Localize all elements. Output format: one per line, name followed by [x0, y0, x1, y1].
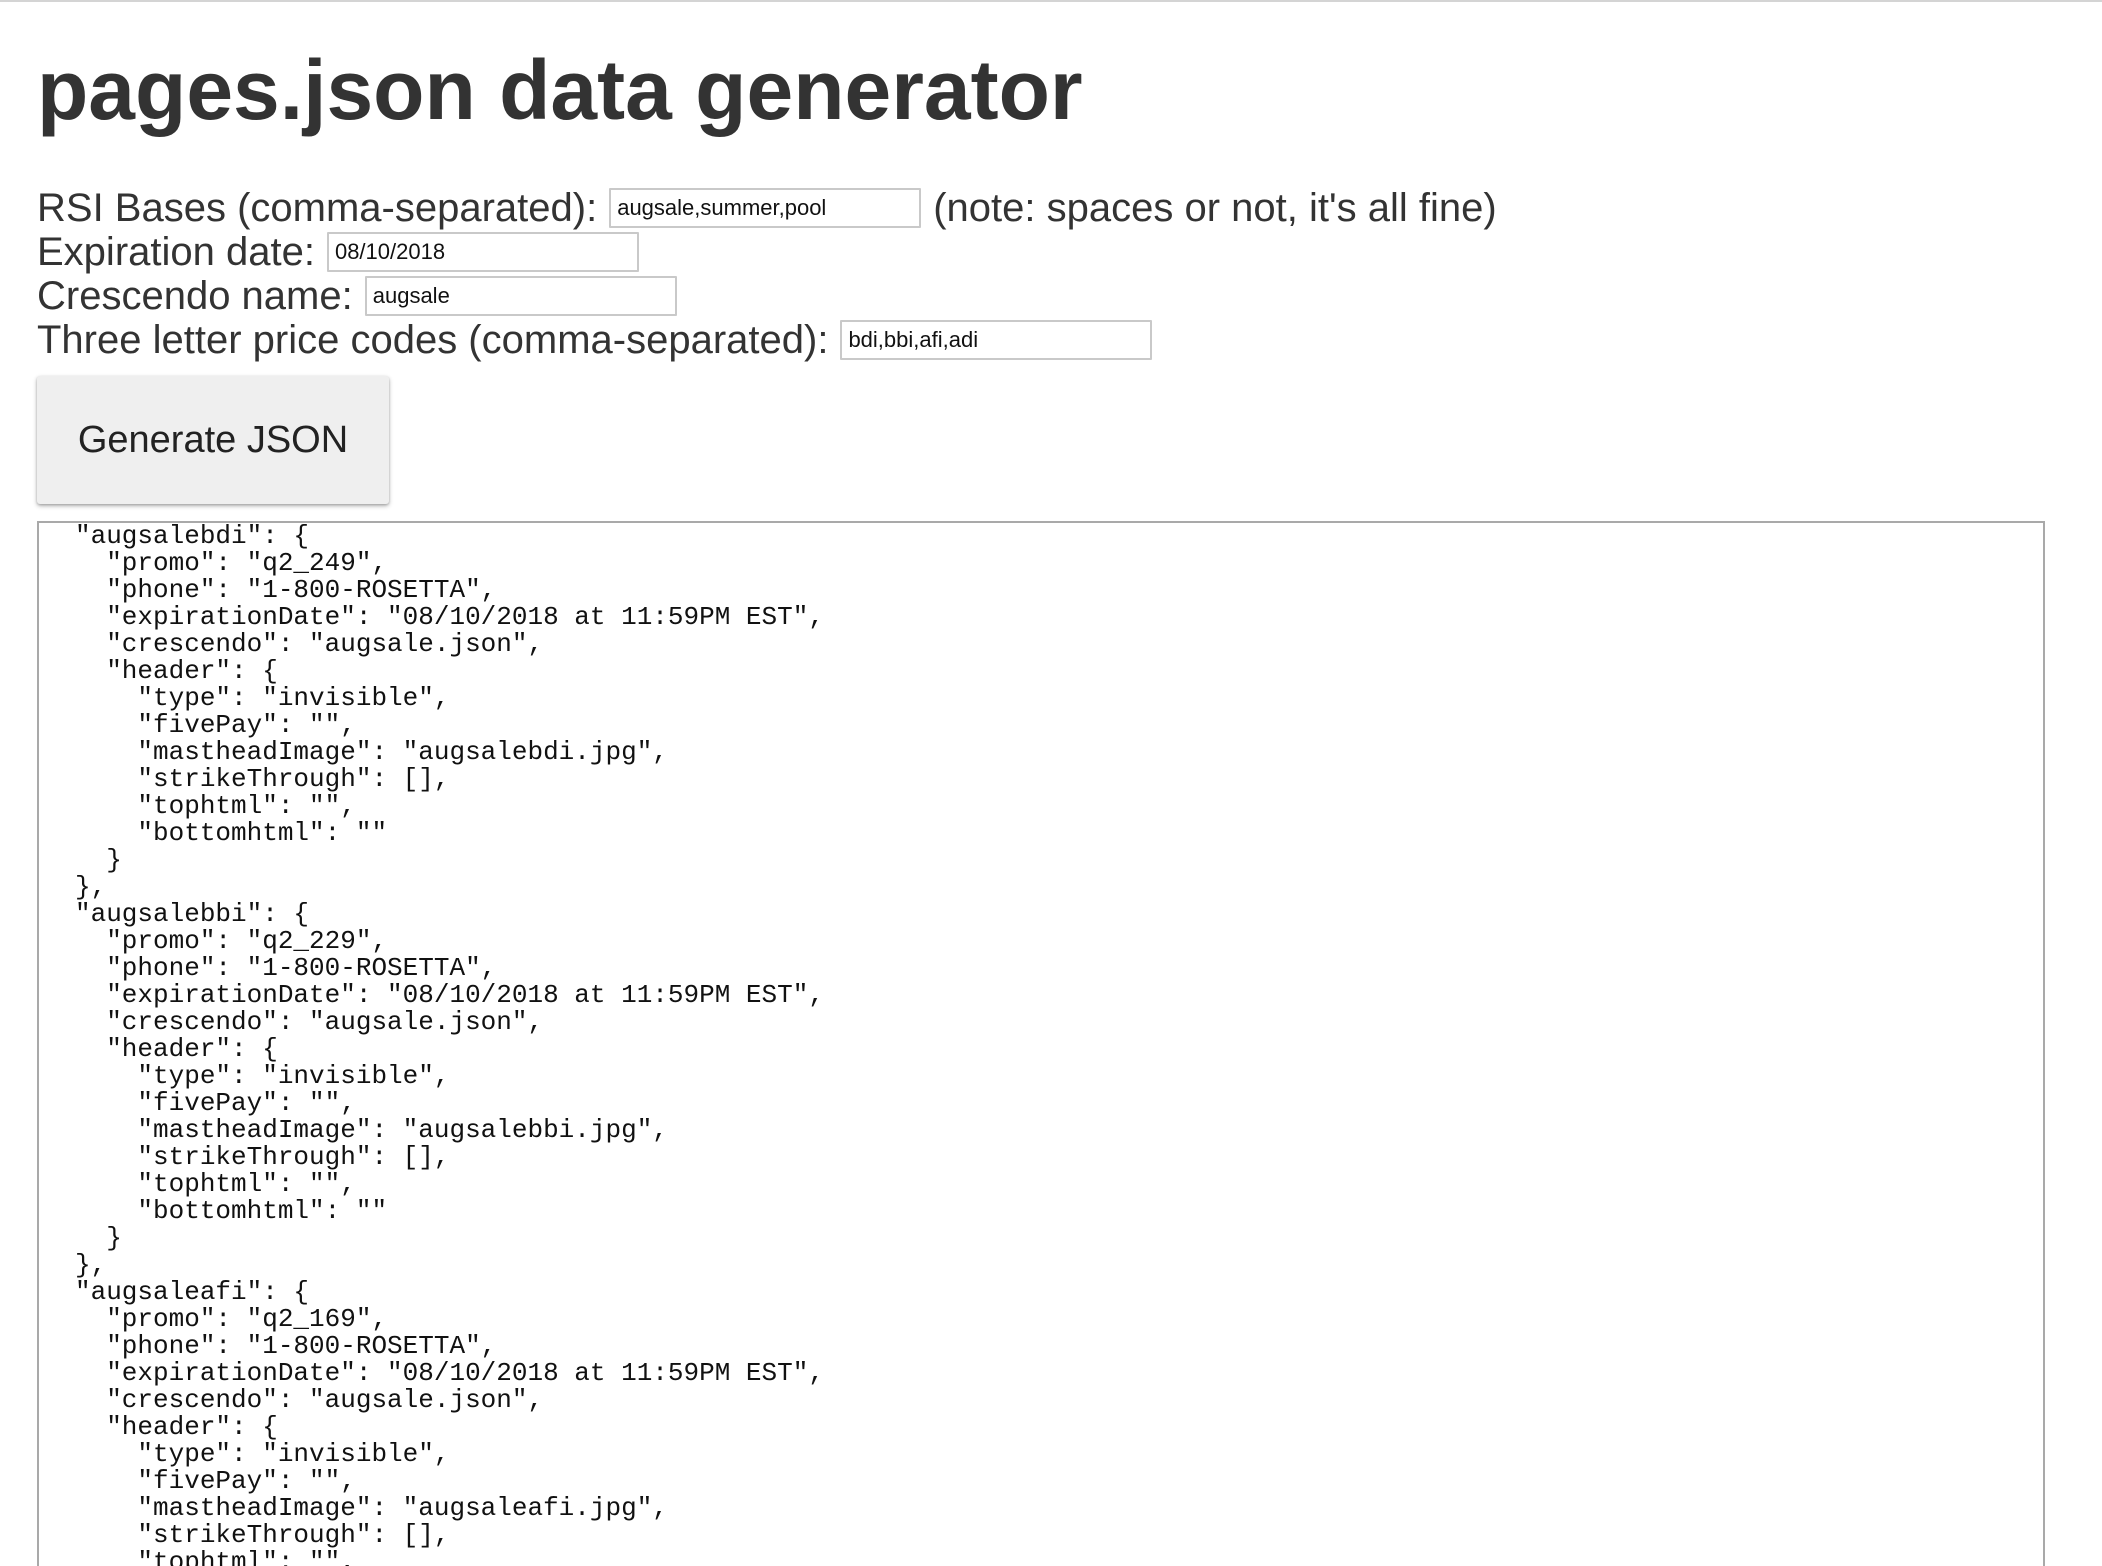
expiration-date-row: Expiration date: — [37, 230, 639, 274]
rsi-bases-note: (note: spaces or not, it's all fine) — [933, 186, 1497, 230]
json-output-textarea[interactable]: "augsalebdi": { "promo": "q2_249", "phon… — [37, 521, 2045, 1566]
crescendo-name-row: Crescendo name: — [37, 274, 677, 318]
rsi-bases-input[interactable] — [609, 188, 922, 228]
expiration-date-input[interactable] — [326, 232, 639, 272]
crescendo-name-input[interactable] — [364, 276, 677, 316]
expiration-date-label: Expiration date: — [37, 230, 315, 274]
price-codes-row: Three letter price codes (comma-separate… — [37, 318, 1153, 362]
top-divider — [0, 0, 2102, 2]
price-codes-input[interactable] — [840, 320, 1153, 360]
price-codes-label: Three letter price codes (comma-separate… — [37, 318, 829, 362]
crescendo-name-label: Crescendo name: — [37, 274, 353, 318]
page-title: pages.json data generator — [37, 43, 1083, 137]
rsi-bases-label: RSI Bases (comma-separated): — [37, 186, 598, 230]
rsi-bases-row: RSI Bases (comma-separated): (note: spac… — [37, 186, 1497, 230]
generate-json-button[interactable]: Generate JSON — [37, 376, 389, 504]
